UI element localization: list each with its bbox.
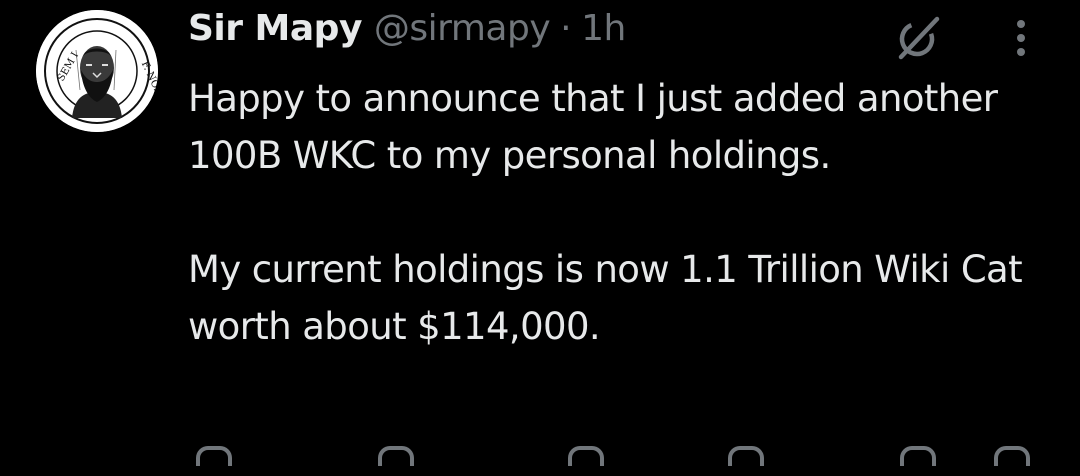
tweet-paragraph-2: My current holdings is now 1.1 Trillion … bbox=[188, 248, 1023, 348]
bookmark-icon[interactable] bbox=[900, 446, 936, 466]
grok-icon bbox=[898, 16, 940, 60]
reply-icon[interactable] bbox=[196, 446, 232, 466]
more-options-button[interactable] bbox=[1000, 12, 1042, 64]
display-name[interactable]: Sir Mapy bbox=[188, 8, 362, 49]
user-handle[interactable]: @sirmapy bbox=[374, 8, 551, 49]
avatar-image: SEM I F. NO. bbox=[36, 10, 158, 132]
action-bar bbox=[188, 446, 1038, 476]
retweet-icon[interactable] bbox=[378, 446, 414, 466]
avatar[interactable]: SEM I F. NO. bbox=[36, 10, 158, 132]
more-vertical-icon bbox=[1017, 20, 1025, 56]
separator-dot: · bbox=[560, 8, 572, 49]
views-icon[interactable] bbox=[728, 446, 764, 466]
tweet-header: Sir Mapy @sirmapy · 1h bbox=[188, 8, 626, 60]
heart-icon[interactable] bbox=[568, 446, 604, 466]
timestamp[interactable]: 1h bbox=[581, 8, 626, 49]
tweet-text: Happy to announce that I just added anot… bbox=[188, 70, 1068, 355]
share-icon[interactable] bbox=[994, 446, 1030, 466]
grok-button[interactable] bbox=[892, 12, 944, 64]
tweet-paragraph-1: Happy to announce that I just added anot… bbox=[188, 77, 998, 177]
